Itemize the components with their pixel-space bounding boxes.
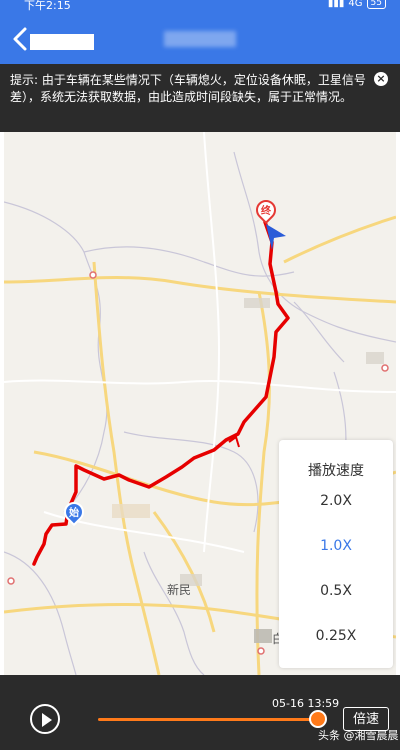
end-marker[interactable]: 终 (251, 195, 281, 228)
watermark: 头条 @湘雪晨晨 (318, 729, 399, 742)
speed-panel: 播放速度 2.0X 1.0X 0.5X 0.25X (279, 440, 393, 668)
status-bar: 下午2:15 ▮▮▮ 4G 55 (0, 0, 400, 14)
map-label-xinmin: 新民 (167, 583, 192, 597)
status-time: 下午2:15 (24, 0, 71, 12)
notice-banner: 提示: 由于车辆在某些情况下（车辆熄火，定位设备休眠，卫星信号差），系统无法获取… (0, 64, 400, 132)
signal-icon: ▮▮▮ (327, 0, 345, 9)
status-indicators: ▮▮▮ 4G 55 (328, 0, 386, 9)
progress-track[interactable] (98, 718, 320, 721)
redacted-plate (30, 34, 94, 50)
start-marker-label: 始 (69, 508, 79, 519)
close-icon[interactable]: × (374, 72, 388, 86)
chevron-left-icon (13, 27, 27, 51)
notice-text: 提示: 由于车辆在某些情况下（车辆熄火，定位设备休眠，卫星信号差），系统无法获取… (10, 73, 366, 104)
back-button[interactable] (10, 26, 32, 52)
play-icon (42, 713, 52, 727)
speed-option-0.25x[interactable]: 0.25X (279, 628, 393, 644)
redacted-title (164, 31, 236, 47)
speed-option-1x[interactable]: 1.0X (279, 538, 393, 554)
end-marker-label: 终 (261, 206, 271, 217)
start-marker[interactable]: 始 (59, 497, 89, 530)
nav-bar (0, 14, 400, 64)
playback-timestamp: 05-16 13:59 (272, 697, 340, 710)
speed-panel-title: 播放速度 (308, 463, 364, 479)
battery-icon: 55 (366, 0, 386, 9)
speed-option-0.5x[interactable]: 0.5X (279, 583, 393, 599)
speed-option-2x[interactable]: 2.0X (279, 493, 393, 509)
network-type: 4G (348, 0, 363, 9)
play-button[interactable] (30, 704, 60, 734)
progress-thumb[interactable] (309, 710, 327, 728)
